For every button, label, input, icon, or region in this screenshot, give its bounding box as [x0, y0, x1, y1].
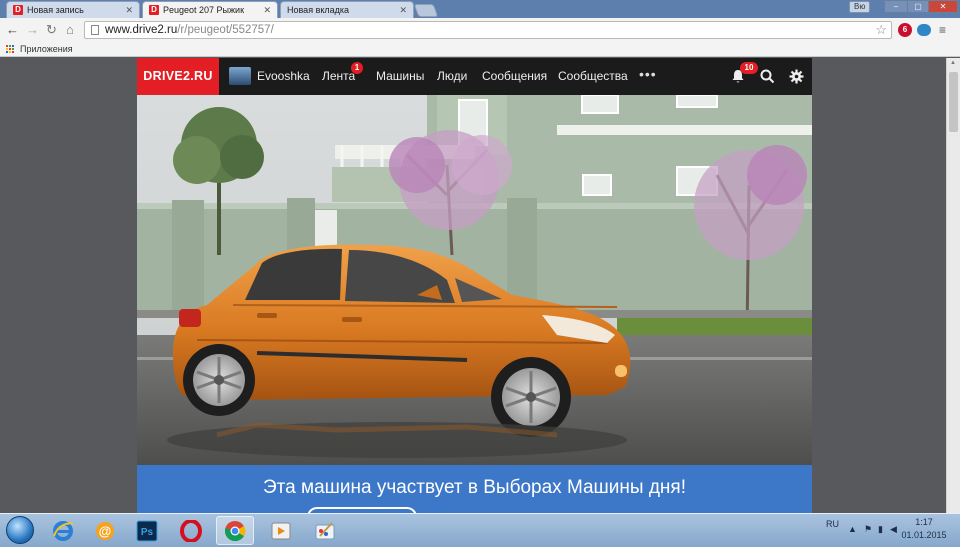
home-icon[interactable]: ⌂	[66, 22, 74, 38]
paint-icon[interactable]	[306, 516, 344, 545]
tab-new-post[interactable]: D Новая запись ✕	[6, 1, 140, 18]
username-link[interactable]: Evooshka	[257, 58, 310, 95]
opera-icon[interactable]	[172, 516, 210, 545]
settings-gear-icon[interactable]	[789, 69, 804, 89]
network-icon[interactable]: ▮	[878, 524, 883, 535]
flag-icon[interactable]: ⚑	[864, 524, 872, 535]
browser-menu-icon[interactable]: ≡	[939, 24, 946, 36]
search-icon[interactable]	[760, 69, 775, 89]
bookmark-star-icon[interactable]: ☆	[875, 22, 887, 38]
apps-grid-icon[interactable]	[6, 45, 15, 54]
back-arrow-icon[interactable]: ←	[6, 22, 19, 38]
system-clock[interactable]: 1:17 01.01.2015	[896, 516, 952, 542]
nav-feed[interactable]: Лента	[322, 58, 355, 95]
show-hidden-icons-icon[interactable]: ▲	[848, 524, 857, 534]
extension-badge-icon[interactable]: 6	[898, 23, 912, 37]
notifications-badge: 10	[740, 62, 758, 74]
ie-icon[interactable]	[44, 516, 82, 545]
drive2-logo[interactable]: DRIVE2.RU	[137, 58, 219, 95]
address-bar[interactable]: www.drive2.ru/r/peugeot/552757/ ☆	[84, 21, 892, 39]
bookmarks-bar: Приложения	[0, 42, 960, 57]
close-tab-icon[interactable]: ✕	[125, 5, 133, 16]
reload-icon[interactable]: ↻	[46, 22, 57, 38]
profile-button[interactable]: Вю	[849, 1, 871, 13]
drive2-favicon-icon: D	[13, 5, 23, 15]
apps-bookmark[interactable]: Приложения	[20, 42, 73, 56]
avatar[interactable]	[229, 67, 251, 85]
page-scrollbar[interactable]: ▲	[946, 58, 960, 513]
page-icon	[91, 25, 99, 35]
banner-text: Эта машина участвует в Выборах Машины дн…	[263, 477, 686, 498]
clock-time: 1:17	[915, 517, 933, 527]
browser-toolbar: ← → ↻ ⌂ www.drive2.ru/r/peugeot/552757/ …	[0, 18, 960, 42]
extension-eye-icon[interactable]	[917, 24, 931, 36]
drive2-page: DRIVE2.RU Evooshka Лента 1 Машины Люди С…	[137, 58, 812, 513]
feed-badge: 1	[351, 62, 363, 74]
media-player-icon[interactable]	[262, 516, 300, 545]
svg-text:@: @	[99, 523, 112, 538]
new-tab-button[interactable]	[413, 4, 439, 17]
scrollbar-thumb[interactable]	[949, 72, 958, 132]
tab-peugeot-207[interactable]: D Peugeot 207 Рыжик ✕	[142, 1, 278, 18]
drive2-favicon-icon: D	[149, 5, 159, 15]
language-indicator[interactable]: RU	[826, 519, 839, 529]
nav-cars[interactable]: Машины	[376, 58, 424, 95]
clock-date: 01.01.2015	[901, 530, 947, 540]
url-host: www.drive2.ru	[105, 24, 178, 36]
minimize-button[interactable]: –	[884, 0, 908, 13]
nav-messages[interactable]: Сообщения	[482, 58, 547, 95]
start-button[interactable]	[6, 516, 34, 544]
tab-title: Новая запись	[27, 5, 84, 15]
car-photo[interactable]	[137, 95, 812, 465]
tab-title: Новая вкладка	[287, 5, 350, 15]
scroll-up-icon[interactable]: ▲	[950, 60, 956, 66]
chrome-icon[interactable]	[216, 516, 254, 545]
close-tab-icon[interactable]: ✕	[263, 5, 271, 16]
photoshop-icon[interactable]: Ps	[128, 516, 166, 545]
svg-text:Ps: Ps	[141, 527, 154, 538]
windows-taskbar: @ Ps RU ▲ ⚑ ▮ ◀ 1:17 01.01.2015	[0, 513, 960, 547]
page-viewport: DRIVE2.RU Evooshka Лента 1 Машины Люди С…	[0, 58, 946, 513]
more-menu-icon[interactable]: •••	[639, 67, 657, 81]
tab-title: Peugeot 207 Рыжик	[163, 5, 245, 15]
nav-people[interactable]: Люди	[437, 58, 467, 95]
maximize-button[interactable]: ▢	[907, 0, 929, 13]
url-path: /r/peugeot/552757/	[177, 24, 274, 36]
site-header: DRIVE2.RU Evooshka Лента 1 Машины Люди С…	[137, 58, 812, 95]
tab-strip: D Новая запись ✕ D Peugeot 207 Рыжик ✕ Н…	[0, 0, 960, 18]
forward-arrow-icon[interactable]: →	[26, 22, 39, 38]
close-tab-icon[interactable]: ✕	[399, 5, 407, 16]
car-of-the-day-banner: Эта машина участвует в Выборах Машины дн…	[137, 465, 812, 513]
nav-communities[interactable]: Сообщества	[558, 58, 628, 95]
tab-new-tab[interactable]: Новая вкладка ✕	[280, 1, 414, 18]
mail-agent-icon[interactable]: @	[86, 516, 124, 545]
close-window-button[interactable]: ✕	[928, 0, 958, 13]
